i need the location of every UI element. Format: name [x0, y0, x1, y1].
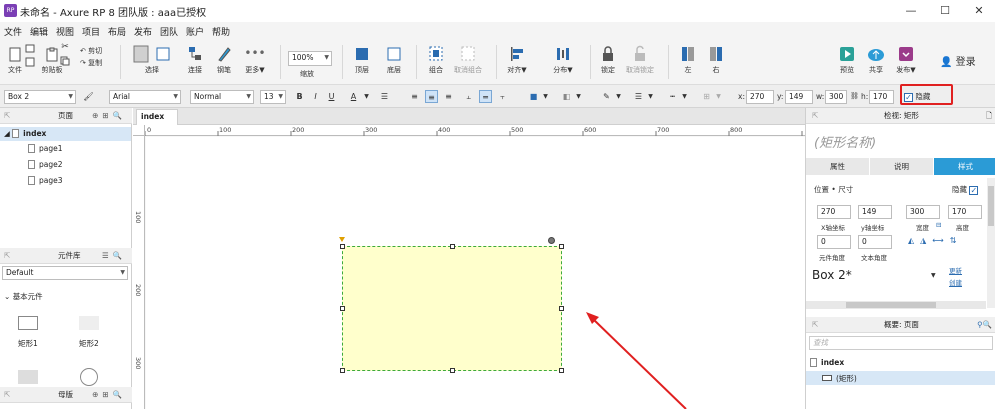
update-style-link[interactable]: 更新: [949, 265, 962, 275]
widget-name-input[interactable]: (矩形名称): [814, 132, 876, 151]
outline-item-selected[interactable]: (矩形): [806, 371, 995, 385]
outline-header: ⇱ 概要: 页面 ⚲🔍: [806, 317, 995, 333]
y-coordinate-label: y轴坐标: [861, 224, 885, 232]
tab-notes[interactable]: 说明: [870, 158, 933, 175]
scrollbar-thumb[interactable]: [988, 186, 994, 226]
create-style-link[interactable]: 创建: [949, 277, 962, 287]
right-panel: ⇱ 检视: 矩形 🗋 (矩形名称) 属性 说明 样式 位置 • 尺寸 隐藏 ✓ …: [805, 108, 995, 409]
x-coordinate-input[interactable]: 270: [817, 205, 851, 219]
position-size-section: 位置 • 尺寸: [814, 185, 854, 194]
y-coordinate-input[interactable]: 149: [858, 205, 892, 219]
width-label: 宽度: [916, 224, 929, 232]
rotation-input[interactable]: 0: [817, 235, 851, 249]
text-rotation-label: 文本角度: [861, 254, 887, 262]
vertical-scrollbar[interactable]: [987, 178, 995, 308]
check-icon: ✓: [969, 186, 979, 195]
height-label: 高度: [956, 224, 969, 232]
rectangle-icon: [822, 375, 832, 381]
width-input[interactable]: 300: [906, 205, 940, 219]
filter-search-icons[interactable]: ⚲🔍: [977, 317, 992, 333]
x-coordinate-label: X轴坐标: [821, 224, 845, 232]
chevron-down-icon[interactable]: ▼: [931, 272, 936, 279]
rotation-label: 元件角度: [819, 254, 845, 262]
collapse-icon[interactable]: ⇱: [812, 108, 818, 124]
hidden-checkbox-inspector[interactable]: 隐藏 ✓: [952, 184, 979, 195]
widget-style-name[interactable]: Box 2*: [812, 268, 852, 282]
flip-icons[interactable]: ◭◮⟷⇅: [908, 236, 962, 245]
scrollbar-thumb[interactable]: [846, 302, 936, 308]
outline-root[interactable]: index: [810, 358, 844, 367]
notes-icon[interactable]: 🗋: [986, 108, 992, 124]
outline-search-input[interactable]: 查找: [809, 336, 993, 350]
horizontal-scrollbar[interactable]: [806, 301, 986, 309]
page-icon: [810, 358, 817, 367]
text-rotation-input[interactable]: 0: [858, 235, 892, 249]
tab-style[interactable]: 样式: [934, 158, 995, 175]
tab-properties[interactable]: 属性: [806, 158, 869, 175]
lock-ratio-icon[interactable]: ⊟: [936, 221, 941, 229]
collapse-icon[interactable]: ⇱: [812, 317, 818, 333]
height-input[interactable]: 170: [948, 205, 982, 219]
inspector-header: ⇱ 检视: 矩形 🗋: [806, 108, 995, 124]
